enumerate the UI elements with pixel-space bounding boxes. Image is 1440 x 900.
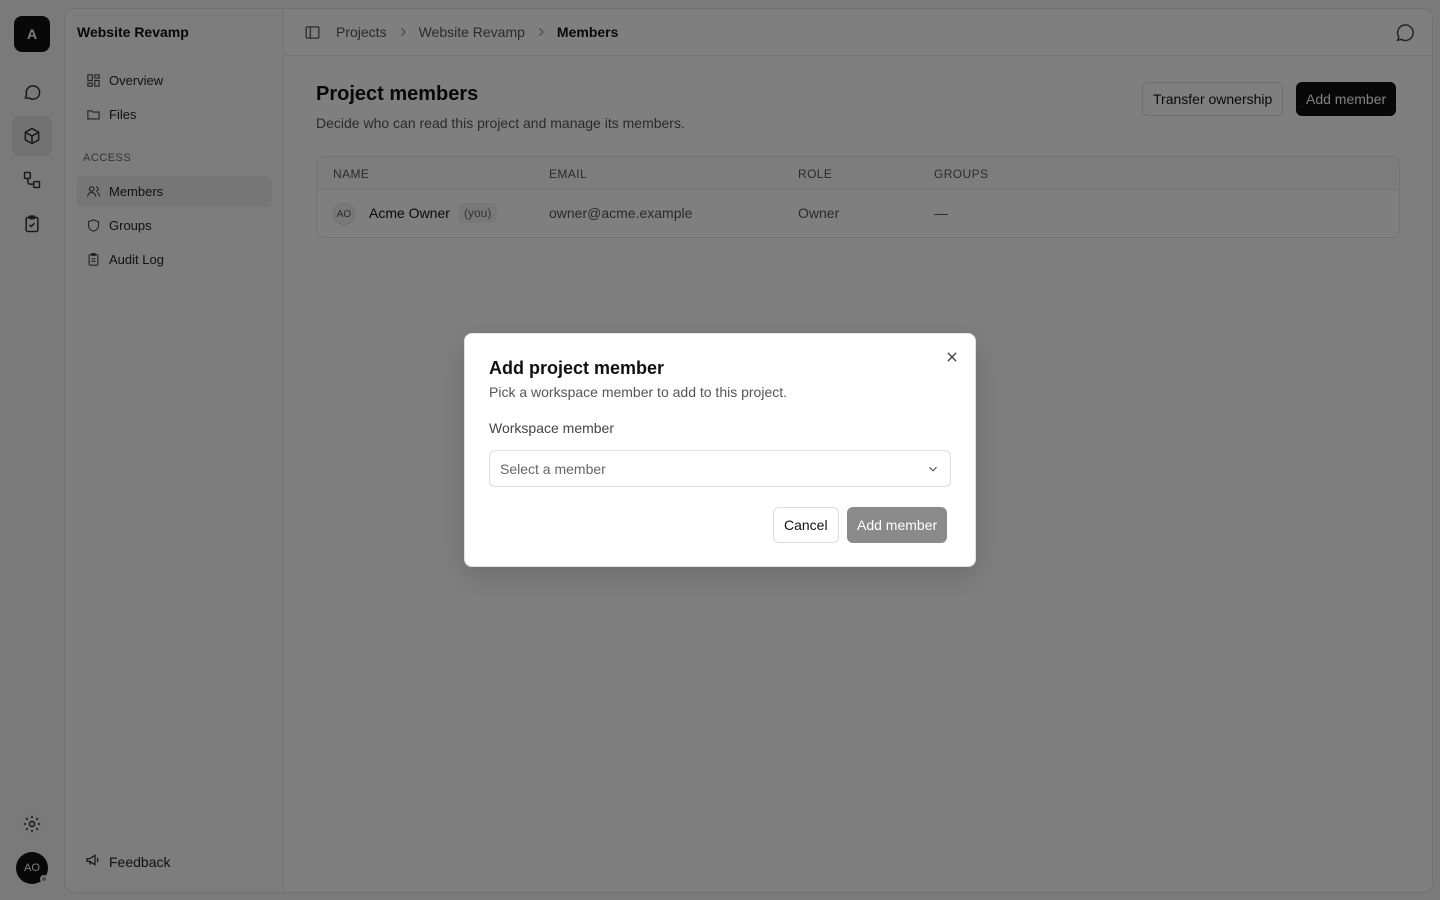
field-label: Workspace member (489, 420, 615, 436)
cancel-button[interactable]: Cancel (773, 507, 839, 543)
submit-add-member-button[interactable]: Add member (847, 507, 948, 543)
close-icon[interactable] (945, 350, 959, 367)
add-member-dialog: Add project member Pick a workspace memb… (464, 333, 976, 567)
dialog-title: Add project member (489, 358, 665, 378)
workspace-member-select[interactable]: Select a member (489, 450, 951, 487)
select-placeholder: Select a member (500, 460, 606, 477)
chevron-down-icon (926, 462, 940, 479)
dialog-subtitle: Pick a workspace member to add to this p… (489, 384, 788, 400)
